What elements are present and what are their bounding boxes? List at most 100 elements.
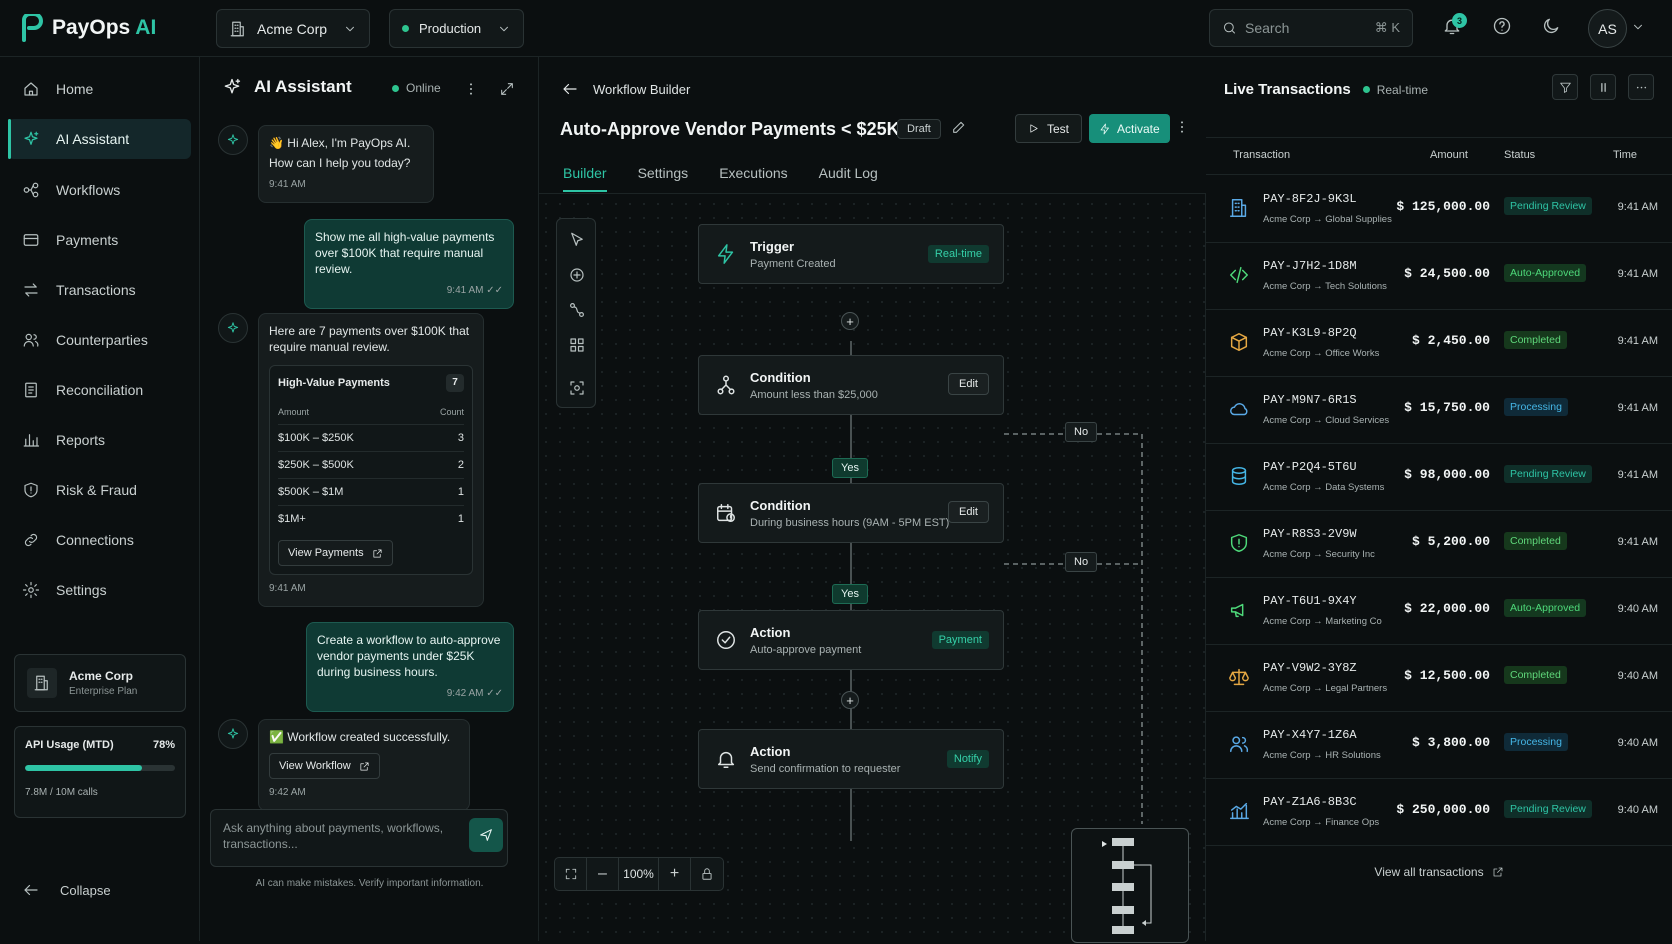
chat-input[interactable]: Ask anything about payments, workflows, … bbox=[210, 809, 508, 867]
transaction-route: Acme Corp → Legal Partners bbox=[1263, 683, 1388, 694]
pause-button[interactable] bbox=[1590, 74, 1616, 100]
action-node[interactable]: Action Send confirmation to requester No… bbox=[698, 729, 1004, 789]
transaction-time: 9:40 AM bbox=[1617, 737, 1658, 749]
table-row[interactable]: PAY-T6U1-9X4Y Acme Corp → Marketing Co $ 2… bbox=[1206, 577, 1672, 645]
send-icon bbox=[480, 829, 492, 841]
condition-node[interactable]: Condition During business hours (9AM - 5… bbox=[698, 483, 1004, 543]
environment-selector[interactable]: Production bbox=[389, 9, 524, 48]
node-title: Trigger bbox=[750, 239, 795, 254]
edit-button[interactable]: Edit bbox=[948, 373, 989, 395]
avatar[interactable]: AS bbox=[1588, 9, 1627, 48]
transactions-table-header: Transaction Amount Status Time bbox=[1206, 137, 1672, 175]
table-row[interactable]: PAY-8F2J-9K3L Acme Corp → Global Supplies… bbox=[1206, 175, 1672, 243]
table-row[interactable]: PAY-M9N7-6R1S Acme Corp → Cloud Services $… bbox=[1206, 376, 1672, 444]
sidebar-item-connections[interactable]: Connections bbox=[8, 520, 191, 560]
sidebar-item-reconciliation[interactable]: Reconciliation bbox=[8, 370, 191, 410]
message-meta: 9:41 AM ✓✓ bbox=[315, 283, 503, 299]
node-subtitle: During business hours (9AM - 5PM EST) bbox=[750, 517, 950, 529]
transaction-route: Acme Corp → Data Systems bbox=[1263, 482, 1385, 493]
more-vertical-icon[interactable] bbox=[463, 81, 479, 97]
transaction-time: 9:40 AM bbox=[1617, 670, 1658, 682]
sidebar-item-settings[interactable]: Settings bbox=[8, 570, 191, 610]
sidebar-item-risk-fraud[interactable]: Risk & Fraud bbox=[8, 470, 191, 510]
sidebar-item-payments[interactable]: Payments bbox=[8, 220, 191, 260]
view-all-transactions-link[interactable]: View all transactions bbox=[1206, 865, 1672, 879]
status-badge: Processing bbox=[1504, 398, 1568, 416]
brand-logo[interactable]: PayOps AI bbox=[20, 14, 156, 42]
building-icon bbox=[34, 675, 48, 691]
view-workflow-button[interactable]: View Workflow bbox=[269, 753, 380, 779]
hv-card-title: High-Value Payments bbox=[278, 377, 390, 389]
help-icon[interactable] bbox=[1492, 16, 1512, 36]
message-time: 9:41 AM bbox=[269, 583, 306, 594]
search-placeholder: Search bbox=[1245, 20, 1290, 36]
sidebar-item-ai-assistant[interactable]: AI Assistant bbox=[8, 119, 191, 159]
zoom-in-button[interactable]: + bbox=[659, 858, 691, 890]
view-payments-button[interactable]: View Payments bbox=[278, 540, 393, 566]
org-selector[interactable]: Acme Corp bbox=[216, 9, 370, 48]
sidebar-item-workflows[interactable]: Workflows bbox=[8, 170, 191, 210]
transaction-amount: $ 98,000.00 bbox=[1404, 467, 1490, 482]
table-row[interactable]: PAY-J7H2-1D8M Acme Corp → Tech Solutions $… bbox=[1206, 242, 1672, 310]
realtime-label: Real-time bbox=[1376, 82, 1429, 97]
table-row[interactable]: PAY-P2Q4-5T6U Acme Corp → Data Systems $ 9… bbox=[1206, 443, 1672, 511]
table-row[interactable]: PAY-V9W2-3Y8Z Acme Corp → Legal Partners $… bbox=[1206, 644, 1672, 712]
message-time: 9:42 AM bbox=[269, 787, 306, 798]
expand-icon[interactable] bbox=[499, 81, 515, 97]
collapse-button[interactable]: Collapse bbox=[22, 881, 111, 899]
sidebar-item-reports[interactable]: Reports bbox=[8, 420, 191, 460]
brand-name: PayOps AI bbox=[52, 16, 157, 39]
trigger-node[interactable]: Trigger Payment Created Real-time bbox=[698, 224, 1004, 284]
edit-button[interactable]: Edit bbox=[948, 501, 989, 523]
node-subtitle: Auto-approve payment bbox=[750, 644, 862, 656]
hv-card-count: 7 bbox=[446, 374, 464, 392]
branch-icon bbox=[717, 375, 735, 395]
transaction-time: 9:41 AM bbox=[1617, 469, 1658, 481]
external-link-icon bbox=[373, 548, 382, 558]
action-node[interactable]: Action Auto-approve payment Payment bbox=[698, 610, 1004, 670]
more-options-button[interactable] bbox=[1628, 74, 1654, 100]
hv-col-count: Count bbox=[439, 407, 464, 417]
zoom-out-button[interactable]: – bbox=[587, 858, 619, 890]
fullscreen-button[interactable] bbox=[555, 858, 587, 890]
search-input[interactable]: Search ⌘ K bbox=[1209, 9, 1413, 47]
sparkle-icon bbox=[24, 131, 39, 145]
transaction-amount: $ 15,750.00 bbox=[1404, 400, 1490, 415]
view-all-label: View all transactions bbox=[1374, 865, 1484, 879]
hv-range: $1M+ bbox=[278, 513, 306, 525]
minimap[interactable] bbox=[1071, 828, 1189, 943]
message-text: Here are 7 payments over $100K that requ… bbox=[269, 324, 470, 354]
sidebar-item-counterparties[interactable]: Counterparties bbox=[8, 320, 191, 360]
transaction-id: PAY-8F2J-9K3L bbox=[1263, 192, 1357, 206]
chevron-down-icon[interactable] bbox=[1631, 20, 1645, 34]
message-text: How can I help you today? bbox=[269, 156, 411, 170]
table-row[interactable]: PAY-X4Y7-1Z6A Acme Corp → HR Solutions $ 3… bbox=[1206, 711, 1672, 779]
sparkle-icon bbox=[227, 322, 239, 333]
yes-branch-label: Yes bbox=[832, 584, 868, 604]
table-row: $250K – $500K 2 bbox=[278, 452, 464, 479]
send-button[interactable] bbox=[469, 818, 503, 852]
node-title: Condition bbox=[750, 370, 811, 385]
table-row[interactable]: PAY-R8S3-2V9W Acme Corp → Security Inc $ 5… bbox=[1206, 510, 1672, 578]
org-card[interactable]: Acme Corp Enterprise Plan bbox=[14, 654, 186, 712]
node-title: Action bbox=[750, 625, 791, 640]
add-step-button[interactable]: + bbox=[841, 691, 859, 709]
home-icon bbox=[24, 82, 38, 96]
sidebar-item-home[interactable]: Home bbox=[8, 69, 191, 109]
zoom-level: 100% bbox=[619, 858, 659, 890]
search-icon bbox=[1224, 22, 1235, 34]
filter-button[interactable] bbox=[1552, 74, 1578, 100]
table-row[interactable]: PAY-K3L9-8P2Q Acme Corp → Office Works $ 2… bbox=[1206, 309, 1672, 377]
gear-icon bbox=[22, 581, 40, 599]
building-icon bbox=[1230, 199, 1247, 217]
org-card-name: Acme Corp bbox=[69, 669, 134, 683]
moon-icon[interactable] bbox=[1541, 16, 1561, 36]
table-row[interactable]: PAY-Z1A6-8B3C Acme Corp → Finance Ops $ 25… bbox=[1206, 778, 1672, 846]
chat-input-placeholder: Ask anything about payments, workflows, … bbox=[223, 821, 444, 851]
add-step-button[interactable]: + bbox=[841, 312, 859, 330]
lock-button[interactable] bbox=[691, 858, 723, 890]
transaction-id: PAY-R8S3-2V9W bbox=[1263, 527, 1357, 541]
condition-node[interactable]: Condition Amount less than $25,000 Edit bbox=[698, 355, 1004, 415]
view-workflow-label: View Workflow bbox=[279, 760, 351, 772]
sidebar-item-transactions[interactable]: Transactions bbox=[8, 270, 191, 310]
